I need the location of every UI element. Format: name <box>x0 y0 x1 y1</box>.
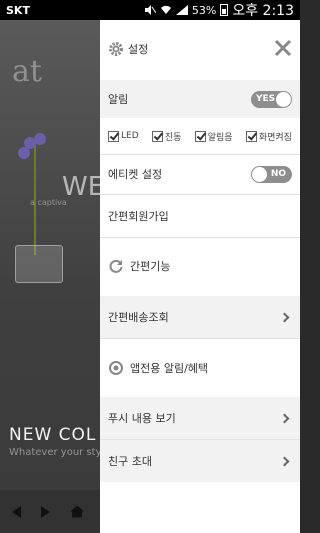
push-view-label: 푸시 내용 보기 <box>108 412 176 425</box>
clock: 오후 2:13 <box>232 3 294 19</box>
bg-nav-bar <box>0 490 100 533</box>
bg-logo: at <box>12 54 42 89</box>
close-icon[interactable] <box>274 39 292 57</box>
settings-drawer: 설정 알림 YES LED 진동 알림음 화면켜짐 에티켓 설정 NO 간편회원… <box>100 20 300 533</box>
led-checkbox[interactable]: LED <box>108 130 139 142</box>
background-page[interactable]: at WE a captiva NEW COL Whatever your st… <box>0 20 100 533</box>
wifi-icon <box>160 5 171 15</box>
alarm-row: 알림 YES <box>100 80 300 118</box>
status-bar: SKT 53% 오후 2:13 <box>0 0 300 20</box>
alarm-label: 알림 <box>108 93 129 106</box>
easy-signup-item[interactable]: 간편회원가입 <box>100 195 300 237</box>
etiquette-toggle[interactable]: NO <box>251 165 292 183</box>
etiquette-label: 에티켓 설정 <box>108 168 163 181</box>
battery-percent: 53% <box>191 3 217 17</box>
bg-subtitle: Whatever your sty <box>9 447 100 458</box>
easy-shipping-label: 간편배송조회 <box>108 311 169 324</box>
signal-icon <box>175 5 188 15</box>
easy-function-header: 간편기능 <box>100 246 300 286</box>
home-icon[interactable] <box>70 505 84 518</box>
alarm-options-row: LED 진동 알림음 화면켜짐 <box>100 118 300 154</box>
mute-icon <box>144 5 156 15</box>
app-alarm-label: 앱전용 알림/혜택 <box>130 362 209 375</box>
carrier-label: SKT <box>6 3 30 17</box>
drawer-header: 설정 <box>100 38 300 60</box>
easy-signup-label: 간편회원가입 <box>108 210 169 223</box>
chevron-right-icon <box>279 413 290 423</box>
target-icon <box>109 361 123 375</box>
refresh-icon <box>109 259 123 273</box>
status-icons: 53% 오후 2:13 <box>144 0 294 20</box>
etiquette-toggle-label: NO <box>270 168 286 179</box>
bg-heading: WE <box>62 172 100 202</box>
vibrate-checkbox[interactable]: 진동 <box>151 130 181 143</box>
battery-icon <box>220 4 229 16</box>
bg-flower-image <box>10 133 63 285</box>
alarm-toggle[interactable]: YES <box>251 90 292 108</box>
sound-checkbox[interactable]: 알림음 <box>194 130 233 143</box>
screen-on-checkbox[interactable]: 화면켜짐 <box>245 130 292 143</box>
push-view-item[interactable]: 푸시 내용 보기 <box>100 397 300 439</box>
settings-title: 설정 <box>128 43 149 56</box>
easy-function-label: 간편기능 <box>130 260 171 273</box>
bg-caption: a captiva <box>30 198 67 207</box>
invite-label: 친구 초대 <box>108 455 152 468</box>
bg-title: NEW COL <box>9 425 97 445</box>
etiquette-row: 에티켓 설정 NO <box>100 155 300 193</box>
easy-shipping-item[interactable]: 간편배송조회 <box>100 296 300 338</box>
invite-friend-item[interactable]: 친구 초대 <box>100 440 300 482</box>
app-alarm-header: 앱전용 알림/혜택 <box>100 348 300 388</box>
forward-arrow-icon[interactable] <box>41 505 50 518</box>
alarm-toggle-label: YES <box>256 93 276 104</box>
chevron-right-icon <box>279 312 290 322</box>
back-arrow-icon[interactable] <box>12 505 21 518</box>
chevron-right-icon <box>279 456 290 466</box>
gear-icon <box>109 42 123 56</box>
